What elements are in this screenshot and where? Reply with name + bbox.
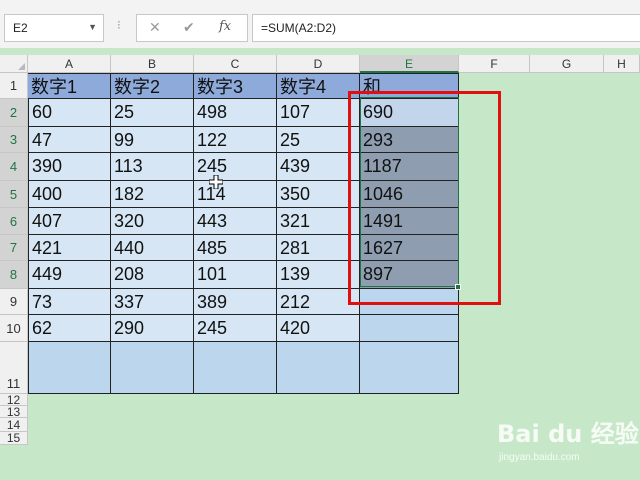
table-cell[interactable]: 122: [194, 127, 277, 153]
baidu-watermark: Bai du 经验 jingyan.baidu.com: [497, 408, 640, 480]
row-header-3[interactable]: 3: [0, 127, 28, 153]
watermark-url: jingyan.baidu.com: [499, 452, 580, 463]
table-cell[interactable]: 320: [111, 208, 194, 235]
column-header-a[interactable]: A: [28, 55, 111, 73]
table-cell[interactable]: 440: [111, 235, 194, 261]
watermark-brand: Bai du 经验: [497, 420, 639, 448]
column-header-b[interactable]: B: [111, 55, 194, 73]
name-box[interactable]: E2 ▼: [4, 14, 104, 42]
table-cell[interactable]: 208: [111, 261, 194, 289]
table-cell[interactable]: 182: [111, 181, 194, 208]
table-cell[interactable]: 60: [28, 99, 111, 127]
row-header-13[interactable]: 13: [0, 406, 28, 418]
formula-buttons: ✕ ✔ fx: [136, 14, 248, 42]
table-cell[interactable]: 62: [28, 315, 111, 342]
row-header-15[interactable]: 15: [0, 432, 28, 445]
column-header-e[interactable]: E: [360, 55, 459, 73]
enter-icon[interactable]: ✔: [183, 19, 195, 36]
table-cell[interactable]: 113: [111, 153, 194, 181]
row-header-2[interactable]: 2: [0, 99, 28, 127]
column-header-h[interactable]: H: [604, 55, 640, 73]
highlight-annotation: [348, 91, 501, 305]
table-header-cell[interactable]: 数字2: [111, 73, 194, 99]
formula-toolbar: E2 ▼ ⁝ ✕ ✔ fx =SUM(A2:D2): [0, 0, 640, 48]
table-cell[interactable]: 25: [111, 99, 194, 127]
row-header-4[interactable]: 4: [0, 153, 28, 181]
select-all-button[interactable]: [0, 55, 28, 73]
table-cell-empty[interactable]: [111, 342, 194, 394]
table-cell[interactable]: 400: [28, 181, 111, 208]
cross-cursor-icon: [209, 175, 223, 189]
table-cell[interactable]: 73: [28, 289, 111, 315]
row-header-6[interactable]: 6: [0, 208, 28, 235]
table-header-cell[interactable]: 数字3: [194, 73, 277, 99]
table-cell[interactable]: 389: [194, 289, 277, 315]
insert-function-icon[interactable]: fx: [219, 19, 231, 34]
table-cell[interactable]: 421: [28, 235, 111, 261]
table-cell[interactable]: 101: [194, 261, 277, 289]
row-header-1[interactable]: 1: [0, 73, 28, 99]
formula-input[interactable]: =SUM(A2:D2): [252, 14, 640, 42]
column-header-d[interactable]: D: [277, 55, 360, 73]
table-cell-empty[interactable]: [194, 342, 277, 394]
name-box-value: E2: [13, 21, 28, 35]
table-cell-empty[interactable]: [28, 342, 111, 394]
row-header-5[interactable]: 5: [0, 181, 28, 208]
table-cell[interactable]: 407: [28, 208, 111, 235]
table-cell-empty[interactable]: [360, 342, 459, 394]
table-cell[interactable]: 420: [277, 315, 360, 342]
table-cell[interactable]: 443: [194, 208, 277, 235]
table-cell[interactable]: [360, 315, 459, 342]
row-header-11[interactable]: 11: [0, 342, 28, 394]
row-header-8[interactable]: 8: [0, 261, 28, 289]
table-cell[interactable]: 485: [194, 235, 277, 261]
column-header-g[interactable]: G: [530, 55, 604, 73]
table-cell[interactable]: 99: [111, 127, 194, 153]
row-header-10[interactable]: 10: [0, 315, 28, 342]
table-cell[interactable]: 245: [194, 153, 277, 181]
table-cell[interactable]: 245: [194, 315, 277, 342]
table-cell[interactable]: 114: [194, 181, 277, 208]
chevron-down-icon[interactable]: ▼: [88, 22, 97, 32]
column-header-c[interactable]: C: [194, 55, 277, 73]
table-header-cell[interactable]: 数字1: [28, 73, 111, 99]
table-cell[interactable]: 337: [111, 289, 194, 315]
table-cell[interactable]: 390: [28, 153, 111, 181]
column-header-f[interactable]: F: [459, 55, 530, 73]
table-cell[interactable]: 290: [111, 315, 194, 342]
cancel-icon[interactable]: ✕: [149, 19, 161, 36]
row-header-14[interactable]: 14: [0, 418, 28, 432]
drag-handle-icon[interactable]: ⁝: [117, 18, 121, 32]
formula-text: =SUM(A2:D2): [261, 21, 337, 35]
row-header-9[interactable]: 9: [0, 289, 28, 315]
table-cell-empty[interactable]: [277, 342, 360, 394]
row-header-7[interactable]: 7: [0, 235, 28, 261]
table-cell[interactable]: 449: [28, 261, 111, 289]
table-cell[interactable]: 498: [194, 99, 277, 127]
table-cell[interactable]: 47: [28, 127, 111, 153]
